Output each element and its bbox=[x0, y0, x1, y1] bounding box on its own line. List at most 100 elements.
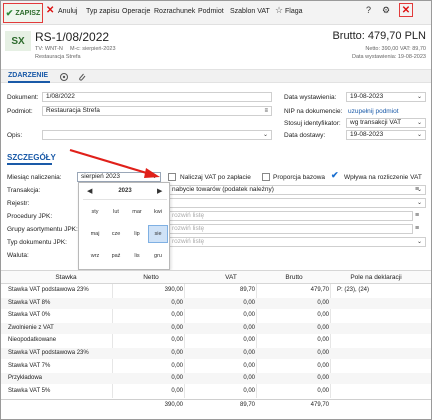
hamburger-icon[interactable]: ≡ bbox=[264, 107, 268, 115]
table-row[interactable]: Przykładowa 0,00 0,00 0,00 bbox=[1, 373, 431, 385]
month-cell[interactable]: sty bbox=[85, 203, 105, 221]
save-button[interactable]: ✔ ZAPISZ bbox=[3, 3, 43, 23]
month-cell[interactable]: gru bbox=[148, 247, 168, 265]
transakcja-select[interactable]: nabycie towarów (podatek należny) ⌄ bbox=[168, 185, 426, 195]
hamburger-icon[interactable]: ≡ bbox=[415, 186, 419, 193]
naliczaj-vat-checkbox[interactable] bbox=[168, 173, 176, 181]
chevron-down-icon[interactable]: ⌄ bbox=[152, 173, 157, 181]
typ-dokumentu-jpk-select[interactable]: rozwiń listę ⌄ bbox=[168, 237, 426, 247]
help-icon[interactable]: ? bbox=[366, 5, 371, 15]
col-stawka-header: Stawka bbox=[55, 274, 77, 281]
paperclip-icon[interactable] bbox=[77, 72, 87, 82]
vat-table-header: Stawka Netto VAT Brutto Pole na deklarac… bbox=[1, 270, 431, 284]
gear-icon[interactable]: ⚙ bbox=[382, 5, 390, 16]
row-netto: 390,00 bbox=[164, 287, 183, 293]
podmiot-field[interactable]: Restauracja Strefa ≡ bbox=[42, 106, 272, 116]
document-type-badge: SX bbox=[5, 31, 31, 51]
chevron-down-icon[interactable]: ⌄ bbox=[417, 199, 422, 207]
next-year-icon[interactable]: ▶ bbox=[157, 187, 162, 195]
szablon-vat-menu[interactable]: Szablon VAT bbox=[230, 8, 270, 15]
typ-dokumentu-jpk-placeholder: rozwiń listę bbox=[172, 238, 205, 245]
chevron-down-icon[interactable]: ⌄ bbox=[263, 131, 268, 139]
row-stawka: Stawka VAT 8% bbox=[8, 299, 51, 306]
flaga-menu[interactable]: Flaga bbox=[285, 8, 303, 15]
row-stawka: Zwolnienie z VAT bbox=[8, 324, 54, 331]
grupy-asortymentu-placeholder: rozwiń listę bbox=[172, 225, 205, 232]
row-brutto: 0,00 bbox=[317, 299, 329, 306]
row-stawka: Przykładowa bbox=[8, 375, 43, 382]
table-row[interactable]: Stawka VAT 0% 0,00 0,00 0,00 bbox=[1, 310, 431, 321]
close-icon[interactable]: ✕ bbox=[399, 3, 413, 17]
attachment-settings-icon[interactable] bbox=[59, 72, 69, 82]
podmiot-value: Restauracja Strefa bbox=[46, 107, 100, 114]
star-icon[interactable]: ☆ bbox=[275, 5, 283, 16]
uzupelnij-podmiot-link[interactable]: uzupełnij podmiot bbox=[348, 108, 399, 115]
wplywa-checkbox-checked[interactable]: ✔ bbox=[331, 170, 339, 181]
total-netto: 390,00 bbox=[164, 402, 183, 408]
month-cell[interactable]: wrz bbox=[85, 247, 105, 265]
table-row[interactable]: Zwolnienie z VAT 0,00 0,00 0,00 bbox=[1, 322, 431, 334]
table-row[interactable]: Stawka VAT podstawowa 23% 390,00 89,70 479,… bbox=[1, 285, 431, 296]
col-pole-header: Pole na deklaracji bbox=[350, 274, 402, 281]
table-row[interactable]: Stawka VAT 8% 0,00 0,00 0,00 bbox=[1, 297, 431, 309]
x-icon[interactable]: ✕ bbox=[46, 5, 54, 16]
row-vat: 0,00 bbox=[243, 350, 255, 356]
vat-table-totals: 390,00 89,70 479,70 bbox=[1, 399, 431, 411]
chevron-down-icon[interactable]: ⌄ bbox=[417, 119, 422, 127]
data-dostawy-field[interactable]: 19-08-2023 ⌄ bbox=[346, 130, 426, 140]
month-cell[interactable]: cze bbox=[106, 225, 126, 243]
month-cell-selected[interactable]: sie bbox=[148, 225, 168, 243]
transakcja-value: nabycie towarów (podatek należny) bbox=[172, 186, 274, 193]
hamburger-icon[interactable]: ≡ bbox=[415, 212, 419, 219]
brutto-total: Brutto: 479,70 PLN bbox=[332, 30, 426, 42]
row-netto: 0,00 bbox=[171, 324, 183, 331]
row-brutto: 0,00 bbox=[317, 350, 329, 356]
row-vat: 0,00 bbox=[243, 337, 255, 344]
month-cell[interactable]: paź bbox=[106, 247, 126, 265]
row-vat: 0,00 bbox=[243, 387, 255, 394]
cancel-button[interactable]: Anuluj bbox=[58, 8, 77, 15]
operacje-menu[interactable]: Operacje bbox=[122, 8, 150, 15]
typ-zapisu-menu[interactable]: Typ zapisu bbox=[86, 8, 119, 15]
rozrachunek-menu[interactable]: Rozrachunek bbox=[154, 8, 195, 15]
table-row[interactable]: Stawka VAT 7% 0,00 0,00 0,00 bbox=[1, 361, 431, 372]
month-cell[interactable]: maj bbox=[85, 225, 105, 243]
month-cell[interactable]: lis bbox=[127, 247, 147, 265]
dokument-field[interactable]: 1/08/2022 bbox=[42, 92, 272, 102]
chevron-down-icon[interactable]: ⌄ bbox=[417, 238, 422, 246]
miesiac-naliczenia-value: sierpień 2023 bbox=[81, 173, 121, 180]
chevron-down-icon[interactable]: ⌄ bbox=[417, 131, 422, 139]
podmiot-menu[interactable]: Podmiot bbox=[198, 8, 224, 15]
chevron-down-icon[interactable]: ⌄ bbox=[417, 93, 422, 101]
row-netto: 0,00 bbox=[171, 387, 183, 394]
dokument-label: Dokument: bbox=[7, 94, 39, 101]
hamburger-icon[interactable]: ≡ bbox=[415, 225, 419, 232]
tv-line: TV: WNT-N bbox=[35, 46, 63, 52]
table-row[interactable]: Stawka VAT podstawowa 23% 0,00 0,00 0,00 bbox=[1, 348, 431, 359]
row-pole: P: (23), (24) bbox=[337, 287, 370, 293]
stosuj-identyfikator-label: Stosuj identyfikator: bbox=[284, 120, 341, 127]
table-row[interactable]: Stawka VAT 5% 0,00 0,00 0,00 bbox=[1, 386, 431, 397]
proporcja-bazowa-checkbox[interactable] bbox=[262, 173, 270, 181]
tab-zdarzenie[interactable]: ZDARZENIE bbox=[8, 72, 48, 79]
data-dostawy-label: Data dostawy: bbox=[284, 132, 326, 139]
rejestr-select[interactable]: ⌄ bbox=[168, 198, 426, 208]
data-wystawienia-field[interactable]: 19-08-2023 ⌄ bbox=[346, 92, 426, 102]
opis-field[interactable]: ⌄ bbox=[42, 130, 272, 140]
procedury-jpk-field[interactable]: rozwiń listę bbox=[168, 211, 413, 221]
grupy-asortymentu-field[interactable]: rozwiń listę bbox=[168, 224, 413, 234]
month-cell[interactable]: kwi bbox=[148, 203, 168, 221]
row-netto: 0,00 bbox=[171, 312, 183, 319]
tab-underline bbox=[8, 81, 50, 83]
table-row[interactable]: Nieopodatkowane 0,00 0,00 0,00 bbox=[1, 335, 431, 346]
row-brutto: 0,00 bbox=[317, 362, 329, 369]
month-cell[interactable]: lip bbox=[127, 225, 147, 243]
month-cell[interactable]: mar bbox=[127, 203, 147, 221]
miesiac-naliczenia-select[interactable]: sierpień 2023 ⌄ bbox=[77, 172, 161, 182]
month-cell[interactable]: lut bbox=[106, 203, 126, 221]
row-brutto: 0,00 bbox=[317, 387, 329, 394]
stosuj-identyfikator-select[interactable]: wg transakcji VAT ⌄ bbox=[346, 118, 426, 128]
col-vat-header: VAT bbox=[225, 274, 237, 281]
section-underline bbox=[7, 163, 52, 165]
month-picker-header: ◀ 2023 ▶ bbox=[79, 187, 171, 197]
